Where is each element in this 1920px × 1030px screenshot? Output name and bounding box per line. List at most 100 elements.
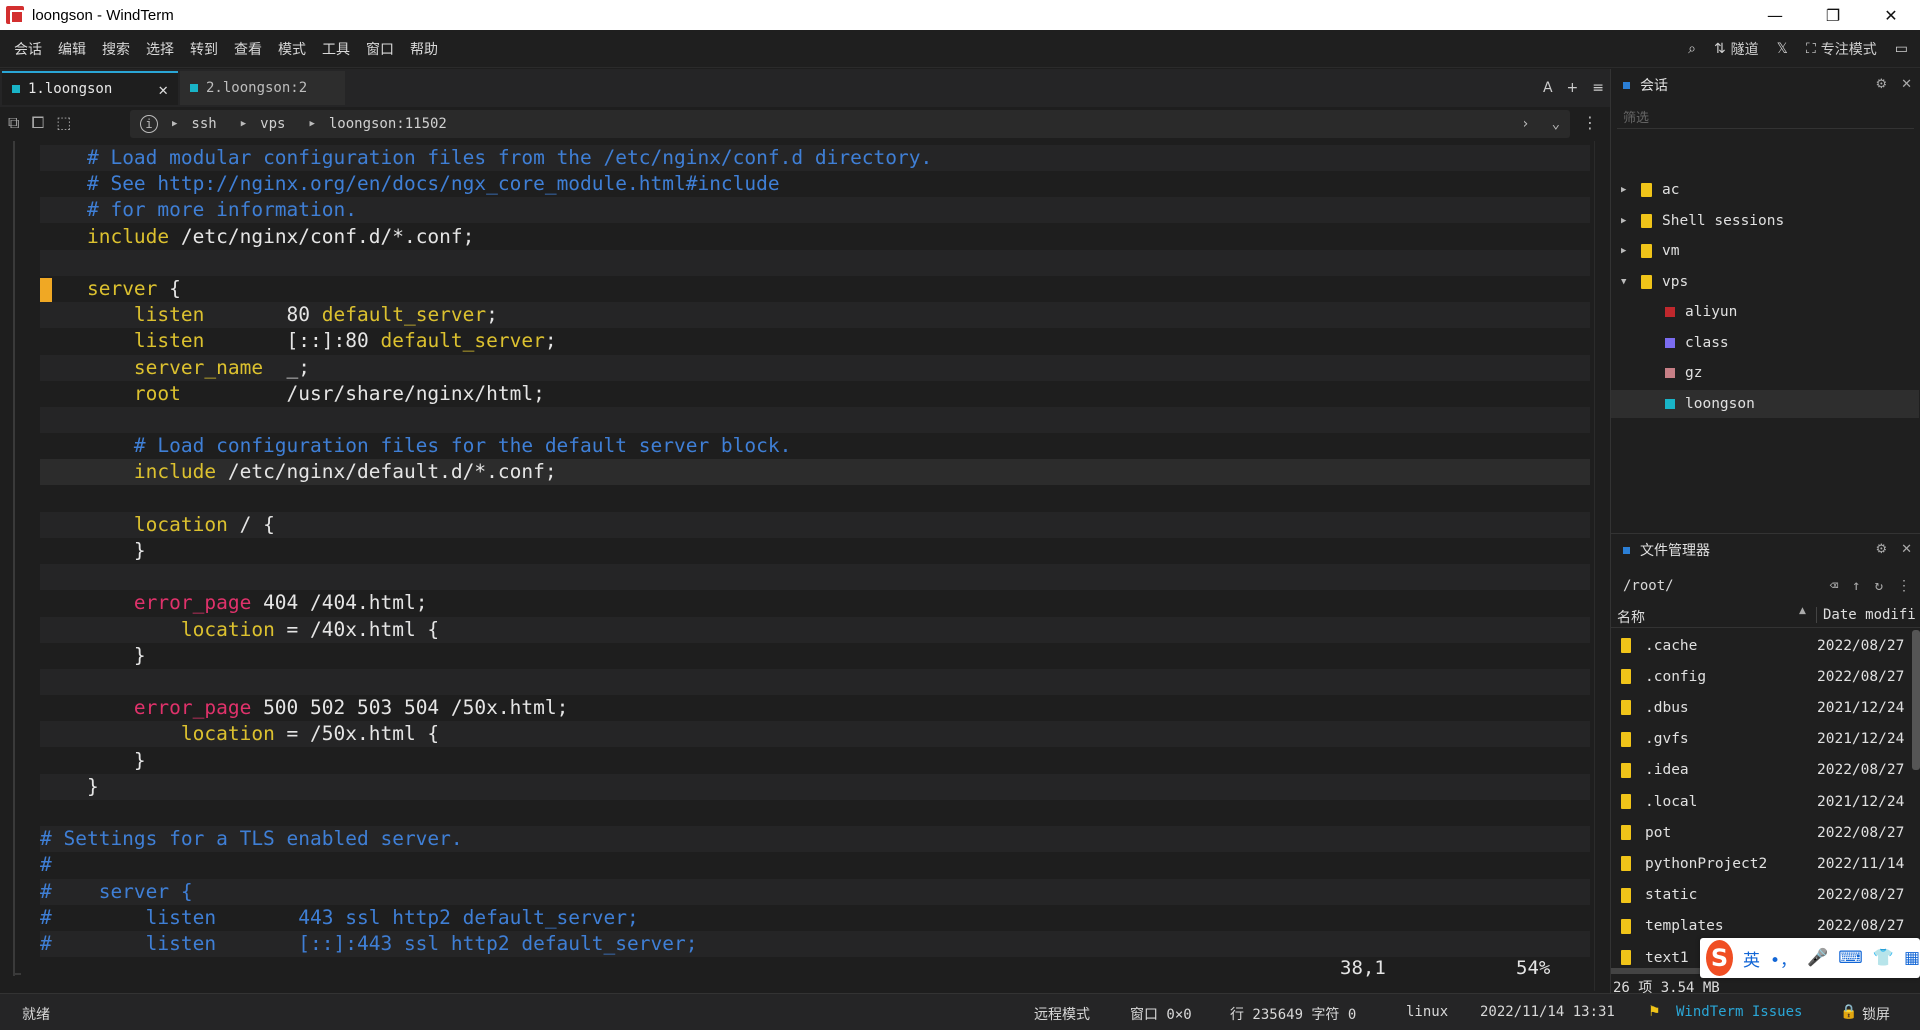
session-tree-item[interactable]: ▶ ac bbox=[1611, 176, 1919, 204]
terminal-token: # listen [::]:443 ssl http2 default_serv… bbox=[40, 932, 698, 955]
file-row[interactable]: .local 2021/12/24 bbox=[1611, 786, 1911, 817]
close-icon[interactable]: ✕ bbox=[1901, 542, 1912, 557]
refresh-icon[interactable]: ↻ bbox=[1875, 578, 1883, 594]
restore-button[interactable]: ❐ bbox=[1804, 0, 1862, 30]
sort-asc-icon: ▲ bbox=[1799, 606, 1806, 616]
session-tree-item[interactable]: loongson bbox=[1611, 389, 1919, 418]
terminal-line: } bbox=[40, 748, 1590, 774]
gear-icon[interactable]: ⚙ bbox=[1875, 542, 1887, 557]
search-icon[interactable]: ⌕ bbox=[1688, 41, 1696, 57]
clear-icon[interactable]: ⌫ bbox=[1830, 578, 1838, 594]
file-row[interactable]: pythonProject2 2022/11/14 bbox=[1611, 848, 1911, 879]
menu-window[interactable]: 窗口 bbox=[358, 39, 402, 59]
tab-menu-button[interactable]: ≡ bbox=[1592, 80, 1604, 96]
terminal-view[interactable]: # Load modular configuration files from … bbox=[0, 141, 1610, 993]
file-row[interactable]: static 2022/08/27 bbox=[1611, 880, 1911, 911]
terminal-line: # listen 443 ssl http2 default_server; bbox=[40, 905, 1590, 931]
file-row[interactable]: .dbus 2021/12/24 bbox=[1611, 692, 1911, 723]
status-remote-mode[interactable]: 远程模式 bbox=[1034, 1004, 1090, 1024]
menu-view[interactable]: 查看 bbox=[226, 39, 270, 59]
new-session-icon[interactable]: ⧉ bbox=[8, 113, 19, 133]
focus-mode-button[interactable]: ⛶ 专注模式 bbox=[1806, 39, 1877, 59]
session-tree-label: vps bbox=[1662, 273, 1689, 290]
menu-help[interactable]: 帮助 bbox=[402, 39, 446, 59]
chevron-down-icon[interactable]: ⌄ bbox=[1552, 116, 1560, 132]
session-tree-item[interactable]: ▶ vm bbox=[1611, 237, 1919, 265]
close-window-button[interactable]: ✕ bbox=[1862, 0, 1920, 30]
terminal-token: } bbox=[133, 748, 146, 772]
session-tree-item[interactable]: class bbox=[1611, 329, 1919, 357]
chevron-right-icon[interactable]: ▶ bbox=[1621, 216, 1631, 226]
breadcrumb-ssh[interactable]: ssh bbox=[191, 116, 216, 132]
terminal-line: # Settings for a TLS enabled server. bbox=[40, 826, 1590, 853]
terminal-token: default_server bbox=[321, 303, 487, 327]
grid-icon[interactable]: ▦ bbox=[1904, 948, 1920, 968]
file-row[interactable]: .config 2022/08/27 bbox=[1611, 661, 1911, 692]
status-issues-link[interactable]: WindTerm Issues bbox=[1676, 1004, 1802, 1020]
file-row[interactable]: .cache 2022/08/27 bbox=[1611, 630, 1911, 661]
panel-marker-icon bbox=[1623, 81, 1630, 89]
close-tab-icon[interactable]: ✕ bbox=[158, 80, 168, 99]
session-tree-item[interactable]: gz bbox=[1611, 359, 1919, 387]
microphone-icon[interactable]: 🎤 bbox=[1807, 948, 1828, 968]
status-window[interactable]: 窗口 0×0 bbox=[1130, 1004, 1192, 1024]
ime-lang[interactable]: 英 bbox=[1743, 946, 1760, 971]
status-row-char[interactable]: 行 235649 字符 0 bbox=[1230, 1004, 1356, 1024]
more-options-icon[interactable]: ⋮ bbox=[1582, 113, 1598, 132]
chevron-right-icon[interactable]: ▶ bbox=[1621, 246, 1631, 256]
file-row[interactable]: .idea 2022/08/27 bbox=[1611, 755, 1911, 786]
x-icon[interactable]: 𝕏 bbox=[1777, 41, 1788, 57]
menu-session[interactable]: 会话 bbox=[0, 39, 50, 59]
up-arrow-icon[interactable]: ↑ bbox=[1852, 578, 1860, 594]
ime-toolbar[interactable]: S 英 •， 🎤 ⌨ 👕 ▦ bbox=[1700, 938, 1920, 978]
file-row[interactable]: .gvfs 2021/12/24 bbox=[1611, 724, 1911, 755]
terminal-line: server_name _; bbox=[40, 354, 1590, 381]
chevron-right-icon[interactable]: ▶ bbox=[1621, 185, 1631, 195]
file-row[interactable]: pot 2022/08/27 bbox=[1611, 817, 1911, 848]
address-bar[interactable]: i ▶ ssh ▶ vps ▶ loongson:11502 › ⌄ bbox=[130, 110, 1570, 138]
terminal-token: 80 bbox=[204, 303, 322, 327]
file-date: 2022/08/27 bbox=[1817, 918, 1905, 935]
more-icon[interactable]: ⋮ bbox=[1897, 578, 1911, 594]
session-tree-item[interactable]: ▶ Shell sessions bbox=[1611, 207, 1919, 235]
ime-punct[interactable]: •， bbox=[1770, 946, 1797, 971]
session-tree-item[interactable]: ▼ vps bbox=[1611, 268, 1919, 296]
terminal-scrollbar[interactable] bbox=[1594, 141, 1610, 991]
session-tree-item[interactable]: aliyun bbox=[1611, 298, 1919, 326]
status-os[interactable]: linux bbox=[1406, 1004, 1448, 1020]
keyboard-icon[interactable]: ⌨ bbox=[1838, 948, 1863, 968]
menu-goto[interactable]: 转到 bbox=[182, 39, 226, 59]
tunnel-button[interactable]: ⇅ 隧道 bbox=[1714, 39, 1759, 59]
folder-icon bbox=[1621, 856, 1631, 872]
menu-search[interactable]: 搜索 bbox=[94, 39, 138, 59]
skin-icon[interactable]: 👕 bbox=[1873, 948, 1894, 968]
copy-session-icon[interactable]: ⬚ bbox=[56, 113, 71, 133]
tab-loongson-1[interactable]: 1.loongson ✕ bbox=[2, 71, 178, 105]
menu-tools[interactable]: 工具 bbox=[314, 39, 358, 59]
file-name: .cache bbox=[1645, 637, 1698, 654]
menu-select[interactable]: 选择 bbox=[138, 39, 182, 59]
terminal-line: # listen [::]:443 ssl http2 default_serv… bbox=[40, 931, 1590, 957]
font-size-button[interactable]: A bbox=[1543, 80, 1553, 96]
column-name[interactable]: 名称 bbox=[1617, 607, 1645, 627]
session-filter-input[interactable]: 筛选 bbox=[1617, 105, 1914, 129]
layout-icon[interactable]: ▭ bbox=[1895, 41, 1908, 57]
minimize-button[interactable]: — bbox=[1746, 0, 1804, 30]
new-tab-button[interactable]: + bbox=[1567, 80, 1579, 96]
gear-icon[interactable]: ⚙ bbox=[1875, 77, 1887, 92]
path-input[interactable]: /root/ ⌫ ↑ ↻ ⋮ bbox=[1617, 572, 1917, 600]
file-list-scrollbar[interactable] bbox=[1912, 630, 1920, 770]
status-lock[interactable]: 锁屏 bbox=[1862, 1004, 1890, 1024]
menu-mode[interactable]: 模式 bbox=[270, 39, 314, 59]
forward-icon[interactable]: › bbox=[1521, 116, 1529, 132]
info-icon[interactable]: i bbox=[140, 115, 158, 133]
breadcrumb-loongson[interactable]: loongson:11502 bbox=[329, 116, 447, 132]
tab-loongson-2[interactable]: 2.loongson:2 bbox=[180, 71, 345, 105]
column-date[interactable]: Date modifi bbox=[1816, 607, 1916, 623]
breadcrumb-vps[interactable]: vps bbox=[260, 116, 285, 132]
menu-edit[interactable]: 编辑 bbox=[50, 39, 94, 59]
close-icon[interactable]: ✕ bbox=[1901, 77, 1912, 92]
terminal-token: listen bbox=[133, 329, 205, 353]
chevron-down-icon[interactable]: ▼ bbox=[1621, 277, 1631, 287]
duplicate-session-icon[interactable]: ⧠ bbox=[31, 113, 44, 133]
